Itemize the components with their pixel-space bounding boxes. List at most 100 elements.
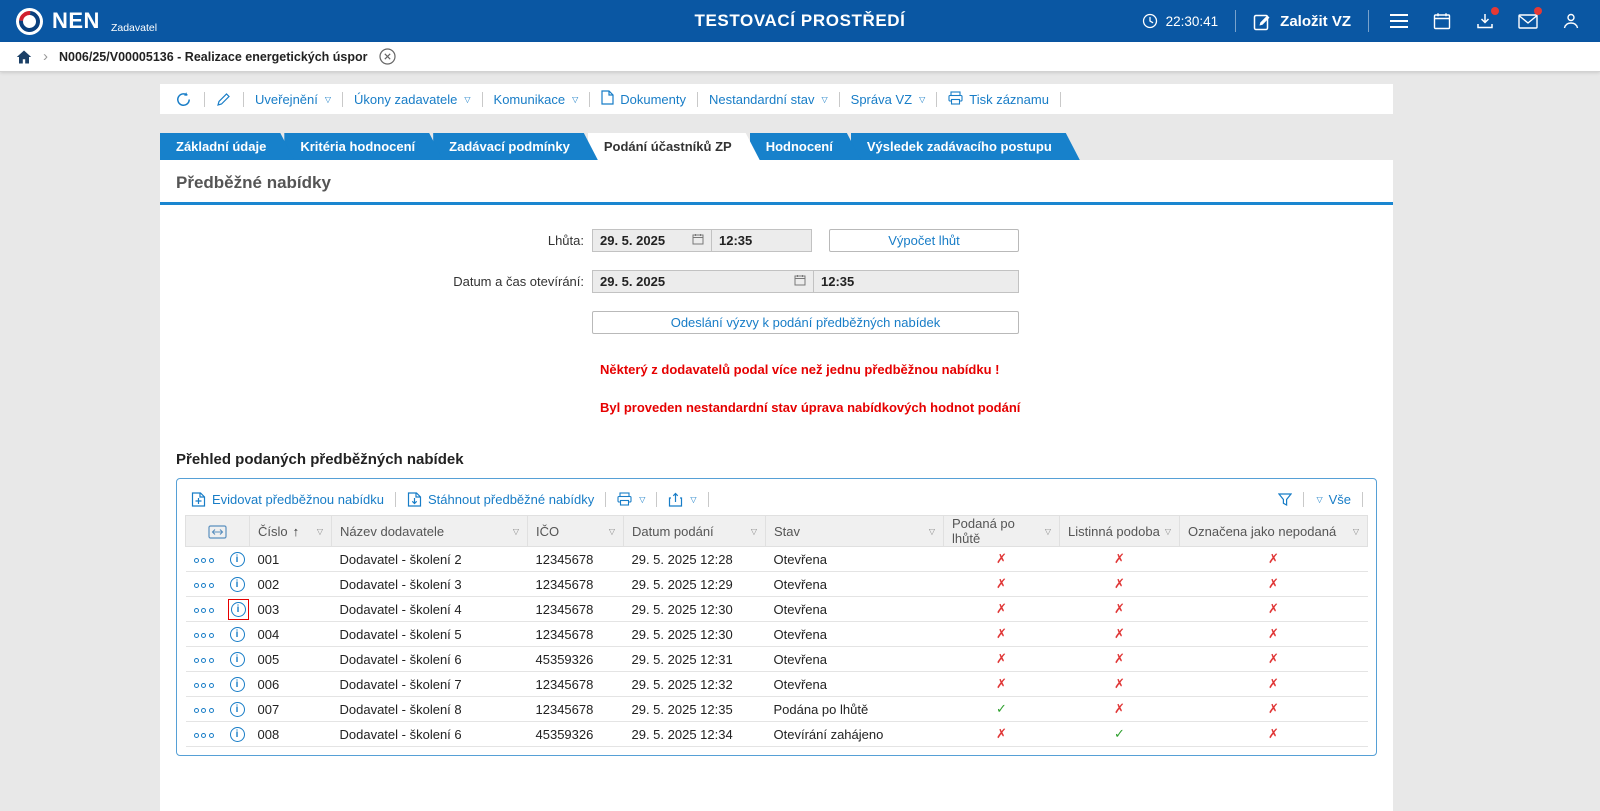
- cell-stav: Otevřena: [765, 571, 944, 597]
- toolbar-item-ukony-zadavatele[interactable]: Úkony zadavatele ▽: [348, 92, 477, 107]
- edit-record-icon[interactable]: [210, 92, 238, 106]
- tab-podani-ucastniku-zp[interactable]: Podání účastníků ZP: [588, 133, 760, 160]
- register-offer-button[interactable]: Evidovat předběžnou nabídku: [185, 492, 390, 507]
- toolbar-item-uverejneni[interactable]: Uveřejnění ▽: [249, 92, 337, 107]
- cell-listinna-podoba: ✗: [1059, 646, 1180, 672]
- opening-time-value[interactable]: 12:35: [813, 271, 1018, 292]
- row-info-icon[interactable]: i: [228, 625, 247, 644]
- toolbar-item-dokumenty[interactable]: Dokumenty: [595, 90, 692, 108]
- row-info-icon[interactable]: i: [228, 650, 247, 669]
- opening-field[interactable]: 29. 5. 2025 12:35: [592, 270, 1019, 293]
- column-header-podana-po-lhute[interactable]: Podaná po lhůtě ▽: [943, 515, 1060, 547]
- messages-icon[interactable]: [1515, 7, 1542, 34]
- column-caret-icon[interactable]: ▽: [317, 527, 323, 536]
- column-header-stav[interactable]: Stav ▽: [765, 515, 944, 547]
- cell-ico: 12345678: [527, 571, 624, 597]
- row-menu-button[interactable]: [193, 582, 214, 588]
- row-info-icon[interactable]: i: [228, 675, 247, 694]
- column-caret-icon[interactable]: ▽: [751, 527, 757, 536]
- export-menu-button[interactable]: ▽: [662, 492, 702, 507]
- column-caret-icon[interactable]: ▽: [1353, 527, 1359, 536]
- row-info-icon[interactable]: i: [228, 550, 247, 569]
- row-menu-button[interactable]: [193, 607, 214, 613]
- column-header-datum-podani[interactable]: Datum podání ▽: [623, 515, 766, 547]
- row-menu-button[interactable]: [193, 657, 214, 663]
- row-menu-button[interactable]: [193, 682, 214, 688]
- opening-date-value[interactable]: 29. 5. 2025: [600, 274, 665, 289]
- user-profile-icon[interactable]: [1558, 8, 1584, 34]
- calendar-picker-icon[interactable]: [794, 274, 806, 289]
- column-caret-icon[interactable]: ▽: [609, 527, 615, 536]
- tab-zadavaci-podminky[interactable]: Zadávací podmínky: [433, 133, 598, 160]
- divider: [1059, 91, 1061, 107]
- deadline-time-value[interactable]: 12:35: [711, 230, 811, 251]
- column-caret-icon[interactable]: ▽: [1165, 527, 1171, 536]
- table-row[interactable]: i 003 Dodavatel - školení 4 12345678 29. 5. …: [185, 596, 1368, 622]
- column-caret-icon[interactable]: ▽: [929, 527, 935, 536]
- row-menu-button[interactable]: [193, 707, 214, 713]
- send-invitation-button[interactable]: Odeslání výzvy k podání předběžných nabí…: [592, 311, 1019, 334]
- column-settings-button[interactable]: [185, 515, 250, 547]
- downloads-icon[interactable]: [1472, 7, 1499, 34]
- column-header-listinna-podoba[interactable]: Listinná podoba ▽: [1059, 515, 1180, 547]
- cell-listinna-podoba: ✗: [1059, 546, 1180, 572]
- table-row[interactable]: i 001 Dodavatel - školení 2 12345678 29. 5. …: [185, 546, 1368, 572]
- home-icon[interactable]: [16, 50, 32, 64]
- cell-datum-podani: 29. 5. 2025 12:31: [623, 646, 766, 672]
- row-menu-button[interactable]: [193, 557, 214, 563]
- deadline-field[interactable]: 29. 5. 2025 12:35: [592, 229, 812, 252]
- column-header-ico[interactable]: IČO ▽: [527, 515, 624, 547]
- table-row[interactable]: i 006 Dodavatel - školení 7 12345678 29. 5. …: [185, 671, 1368, 697]
- table-row[interactable]: i 004 Dodavatel - školení 5 12345678 29. 5. …: [185, 621, 1368, 647]
- cell-cislo: 001: [249, 546, 332, 572]
- tab-hodnoceni[interactable]: Hodnocení: [750, 133, 861, 160]
- toolbar-item-sprava-vz[interactable]: Správa VZ ▽: [845, 92, 932, 107]
- column-header-nazev-dodavatele[interactable]: Název dodavatele ▽: [331, 515, 528, 547]
- column-caret-icon[interactable]: ▽: [513, 527, 519, 536]
- warning-multiple-offers: Některý z dodavatelů podal více než jedn…: [600, 362, 1000, 377]
- breadcrumb-item[interactable]: N006/25/V00005136 - Realizace energetick…: [59, 50, 368, 64]
- toolbar-item-komunikace[interactable]: Komunikace ▽: [488, 92, 585, 107]
- divider: [1362, 491, 1363, 507]
- toolbar-item-tisk-zaznamu[interactable]: Tisk záznamu: [942, 90, 1055, 108]
- compute-deadlines-button[interactable]: Výpočet lhůt: [829, 229, 1019, 252]
- tab-vysledek-zadavaciho-postupu[interactable]: Výsledek zadávacího postupu: [851, 133, 1080, 160]
- cell-podana-po-lhute: ✗: [943, 571, 1060, 597]
- row-info-icon[interactable]: i: [228, 575, 247, 594]
- cell-oznacena-jako-nepodana: ✗: [1179, 646, 1368, 672]
- cell-oznacena-jako-nepodana: ✗: [1179, 721, 1368, 747]
- column-header-oznacena-jako-nepodana[interactable]: Označena jako nepodaná ▽: [1179, 515, 1368, 547]
- cell-listinna-podoba: ✗: [1059, 621, 1180, 647]
- row-info-icon[interactable]: i: [228, 725, 247, 744]
- cell-podana-po-lhute: ✗: [943, 546, 1060, 572]
- table-row[interactable]: i 008 Dodavatel - školení 6 45359326 29. 5. …: [185, 721, 1368, 747]
- column-header-cislo[interactable]: Číslo ↑ ▽: [249, 515, 332, 547]
- filter-preset-select[interactable]: ▽ Vše: [1309, 492, 1357, 507]
- calendar-picker-icon[interactable]: [692, 233, 704, 248]
- column-caret-icon[interactable]: ▽: [1045, 527, 1051, 536]
- history-icon[interactable]: [168, 91, 199, 108]
- table-row[interactable]: i 002 Dodavatel - školení 3 12345678 29. 5. …: [185, 571, 1368, 597]
- print-menu-button[interactable]: ▽: [611, 492, 651, 506]
- close-record-icon[interactable]: [378, 48, 396, 65]
- cell-cislo: 004: [249, 621, 332, 647]
- toolbar-item-nestandardni-stav[interactable]: Nestandardní stav ▽: [703, 92, 834, 107]
- create-vz-button[interactable]: Založit VZ: [1253, 8, 1351, 34]
- download-offers-button[interactable]: Stáhnout předběžné nabídky: [401, 492, 600, 507]
- table-row[interactable]: i 007 Dodavatel - školení 8 12345678 29. 5. …: [185, 696, 1368, 722]
- tab-kriteria-hodnoceni[interactable]: Kritéria hodnocení: [284, 133, 443, 160]
- row-menu-button[interactable]: [193, 732, 214, 738]
- table-row[interactable]: i 005 Dodavatel - školení 6 45359326 29. 5. …: [185, 646, 1368, 672]
- menu-hamburger-icon[interactable]: [1386, 8, 1412, 34]
- calendar-icon[interactable]: [1429, 8, 1455, 34]
- divider: [204, 91, 205, 107]
- nen-brand[interactable]: NEN Zadavatel: [16, 6, 157, 36]
- deadline-date-value[interactable]: 29. 5. 2025: [600, 233, 665, 248]
- filter-button[interactable]: [1272, 492, 1298, 506]
- row-info-icon[interactable]: i: [227, 598, 249, 620]
- row-info-icon[interactable]: i: [228, 700, 247, 719]
- tab-zakladni-udaje[interactable]: Základní údaje: [160, 133, 294, 160]
- row-menu-button[interactable]: [193, 632, 214, 638]
- nen-logo-icon: [16, 8, 43, 35]
- opening-label: Datum a čas otevírání:: [453, 274, 584, 289]
